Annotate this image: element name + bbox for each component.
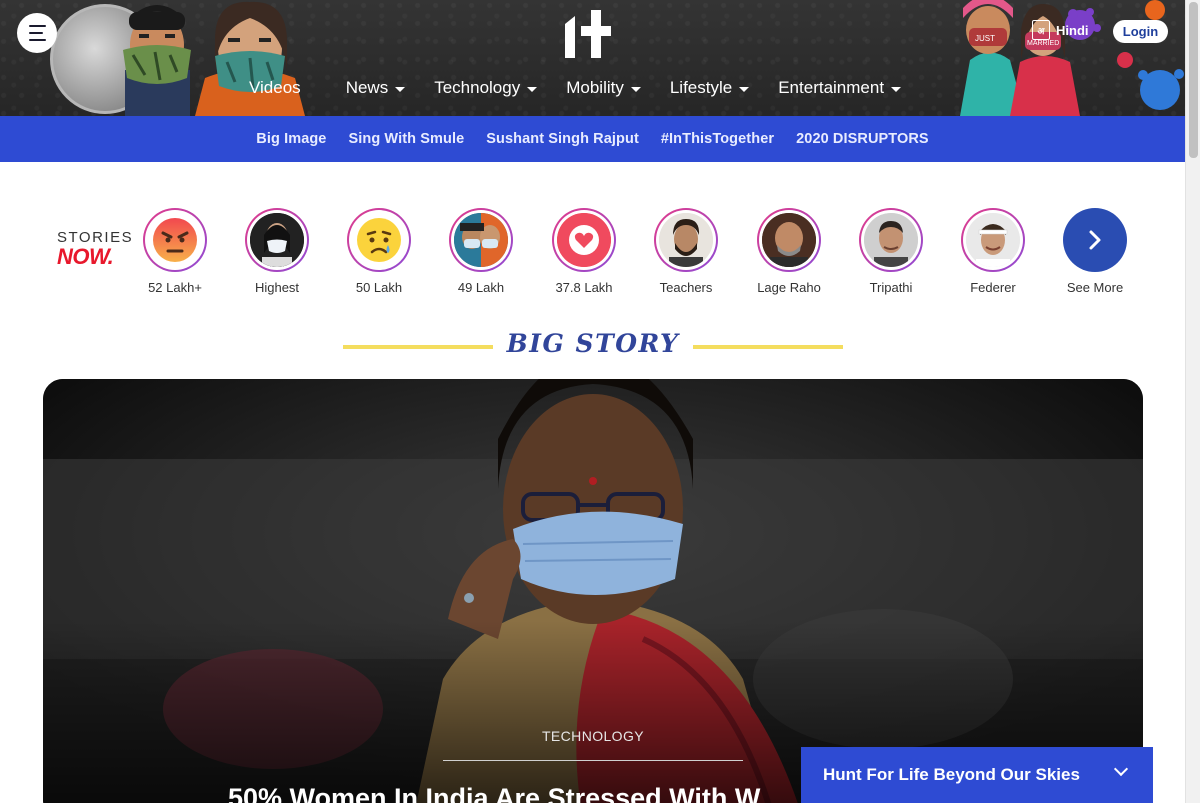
tennis-player-avatar: [966, 213, 1020, 267]
stories-label-bottom: NOW.: [57, 244, 114, 269]
story-label: Teachers: [659, 280, 713, 295]
man-avatar: [864, 213, 918, 267]
man-beard-avatar: [659, 213, 713, 267]
nav-mobility[interactable]: Mobility: [566, 78, 641, 98]
heading-rule-left: [343, 345, 493, 349]
chevron-down-icon[interactable]: [1113, 761, 1129, 777]
big-story-card[interactable]: TECHNOLOGY 50% Women In India Are Stress…: [43, 379, 1143, 803]
hamburger-icon-line: [28, 25, 46, 27]
stories-now-label: STORIES NOW.: [57, 229, 133, 268]
svg-text:JUST: JUST: [975, 34, 995, 43]
story-item[interactable]: Lage Raho: [744, 208, 834, 295]
heart-icon: [557, 213, 611, 267]
big-story-rule: [443, 760, 743, 761]
bald-man-avatar: [762, 213, 816, 267]
nav-mobility-label: Mobility: [566, 78, 624, 97]
language-switch[interactable]: अ Hindi: [1032, 20, 1089, 40]
story-ring: [245, 208, 309, 272]
story-ring: [961, 208, 1025, 272]
story-label: 37.8 Lakh: [555, 280, 613, 295]
site-header: JUST MARRIED Videos News Technology Mobi…: [0, 0, 1185, 116]
nav-entertainment-label: Entertainment: [778, 78, 885, 97]
trending-link-big-image[interactable]: Big Image: [256, 131, 326, 147]
story-label: Lage Raho: [757, 280, 821, 295]
story-item[interactable]: 49 Lakh: [436, 208, 526, 295]
see-more-stories[interactable]: See More: [1050, 208, 1140, 295]
story-item[interactable]: Federer: [948, 208, 1038, 295]
scrollbar-thumb[interactable]: [1189, 2, 1198, 158]
story-label: 49 Lakh: [457, 280, 505, 295]
nav-news[interactable]: News: [346, 78, 406, 98]
nav-technology-label: Technology: [434, 78, 521, 97]
story-label: See More: [1066, 280, 1124, 295]
story-label: Highest: [254, 280, 300, 295]
nav-videos[interactable]: Videos: [249, 78, 301, 98]
nav-videos-label: Videos: [249, 78, 301, 97]
chevron-right-icon: [1063, 208, 1127, 272]
promo-notification-text: Hunt For Life Beyond Our Skies: [823, 765, 1080, 784]
main-nav: Videos News Technology Mobility Lifestyl…: [249, 78, 902, 98]
heading-rule-right: [693, 345, 843, 349]
caret-down-icon: [630, 86, 641, 92]
hamburger-icon-line: [28, 32, 43, 34]
menu-button[interactable]: [17, 13, 57, 53]
big-story-heading: BIG STORY: [506, 329, 680, 358]
masked-man-illustration: [123, 5, 191, 116]
trending-link-2020-disruptors[interactable]: 2020 DISRUPTORS: [796, 131, 929, 147]
nav-entertainment[interactable]: Entertainment: [778, 78, 902, 98]
trending-link-sushant-singh-rajput[interactable]: Sushant Singh Rajput: [486, 131, 639, 147]
story-ring: [449, 208, 513, 272]
story-item[interactable]: 52 Lakh+: [130, 208, 220, 295]
story-label: 50 Lakh: [355, 280, 403, 295]
trending-link-inthistogether[interactable]: #InThisTogether: [661, 131, 774, 147]
angry-emoji-icon: [148, 213, 202, 267]
page: JUST MARRIED Videos News Technology Mobi…: [0, 0, 1200, 803]
nav-lifestyle-label: Lifestyle: [669, 78, 733, 97]
big-story-title[interactable]: 50% Women In India Are Stressed With W: [228, 783, 760, 803]
login-button[interactable]: Login: [1113, 20, 1168, 43]
brand-logo-icon[interactable]: [561, 10, 613, 58]
story-label: Federer: [970, 280, 1016, 295]
nav-technology[interactable]: Technology: [434, 78, 538, 98]
masked-people-avatar: [454, 213, 508, 267]
story-label: 52 Lakh+: [148, 280, 202, 295]
story-item[interactable]: Teachers: [641, 208, 731, 295]
masked-woman-illustration: [195, 1, 305, 116]
trending-bar: Big Image Sing With Smule Sushant Singh …: [0, 116, 1185, 162]
story-item[interactable]: Highest: [232, 208, 322, 295]
nav-lifestyle[interactable]: Lifestyle: [669, 78, 750, 98]
caret-down-icon: [891, 86, 902, 92]
hamburger-icon-line: [28, 39, 46, 41]
story-item[interactable]: 37.8 Lakh: [539, 208, 629, 295]
masked-woman-avatar: [250, 213, 304, 267]
svg-text:MARRIED: MARRIED: [1027, 40, 1059, 47]
sad-emoji-icon: [352, 213, 406, 267]
page-scrollbar[interactable]: [1185, 0, 1200, 803]
story-label: Tripathi: [869, 280, 913, 295]
masked-couple-illustration: JUST MARRIED: [960, 0, 1184, 116]
caret-down-icon: [739, 86, 750, 92]
nav-news-label: News: [345, 78, 389, 97]
caret-down-icon: [527, 86, 538, 92]
story-item[interactable]: Tripathi: [846, 208, 936, 295]
caret-down-icon: [395, 86, 406, 92]
language-label: Hindi: [1056, 22, 1089, 38]
story-ring: [757, 208, 821, 272]
promo-notification[interactable]: Hunt For Life Beyond Our Skies: [801, 747, 1153, 803]
story-ring: [654, 208, 718, 272]
trending-link-sing-with-smule[interactable]: Sing With Smule: [348, 131, 464, 147]
language-icon: अ: [1032, 20, 1050, 40]
story-ring: [143, 208, 207, 272]
story-ring: [552, 208, 616, 272]
story-item[interactable]: 50 Lakh: [334, 208, 424, 295]
story-ring: [859, 208, 923, 272]
big-story-category[interactable]: TECHNOLOGY: [43, 728, 1143, 744]
story-ring: [347, 208, 411, 272]
